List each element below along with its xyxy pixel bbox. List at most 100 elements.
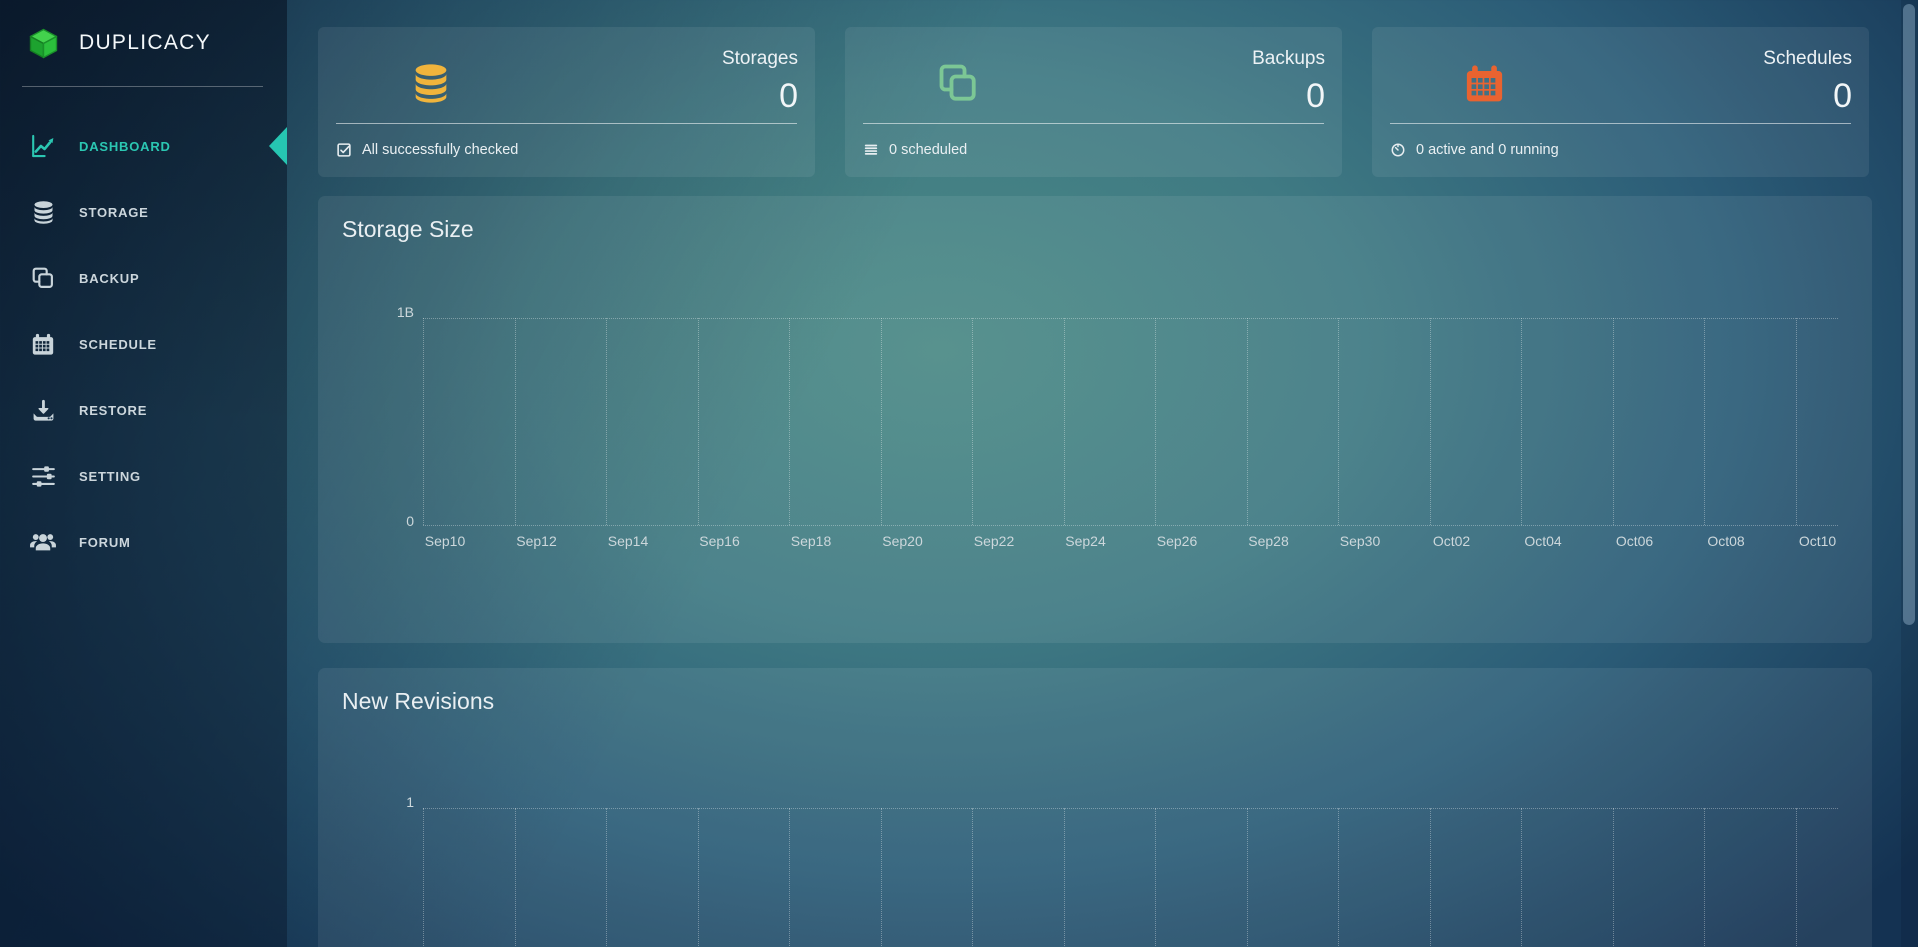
sidebar-item-label: STORAGE — [79, 204, 149, 220]
sidebar-item-label: SCHEDULE — [79, 336, 157, 352]
grid-line-vertical — [514, 318, 516, 525]
stat-label: Schedules — [1763, 48, 1852, 69]
new-revisions-panel: New Revisions 1 — [318, 668, 1872, 947]
grid-line-vertical — [1521, 808, 1522, 947]
sidebar-item-label: DASHBOARD — [79, 138, 171, 154]
x-tick-label: Oct10 — [1798, 533, 1837, 549]
database-icon — [28, 199, 58, 226]
x-tick-label: Sep20 — [882, 533, 923, 549]
sidebar-item-forum[interactable]: FORUM — [0, 509, 287, 575]
grid-line-vertical — [606, 318, 607, 525]
stat-footer-text: 0 active and 0 running — [1416, 142, 1559, 158]
grid-line-vertical — [1795, 808, 1797, 947]
x-tick-label: Sep28 — [1248, 533, 1289, 549]
grid-line-vertical — [697, 808, 699, 947]
y-tick-label: 0 — [406, 513, 414, 529]
grid-line-vertical — [1338, 808, 1339, 947]
grid-line-vertical — [1704, 318, 1705, 525]
sidebar-item-restore[interactable]: RESTORE — [0, 377, 287, 443]
divider — [22, 86, 263, 87]
panel-title: Storage Size — [342, 216, 474, 242]
grid-line-vertical — [514, 808, 516, 947]
grid-line-vertical — [1429, 318, 1431, 525]
grid-line-vertical — [1063, 318, 1065, 525]
stat-footer-text: All successfully checked — [362, 142, 519, 158]
grid-line-horizontal — [423, 525, 1838, 526]
sidebar: DUPLICACY DASHBOARD STORAGE BACKUP SCHED… — [0, 0, 287, 947]
storage-size-chart: 1B 0 Sep10 Sep12 Sep14 Sep16 Sep18 Sep20 Sep22… — [397, 304, 1838, 549]
grid-line-vertical — [972, 808, 973, 947]
stat-value: 0 — [1833, 77, 1852, 115]
backups-card: Backups 0 0 scheduled — [845, 27, 1342, 177]
active-item-arrow-icon — [269, 127, 287, 165]
storage-size-panel: Storage Size 1B 0 Sep10 Sep12 Sep14 Sep16 Se… — [318, 196, 1872, 643]
grid-line-vertical — [880, 808, 882, 947]
cube-logo-icon — [27, 27, 60, 60]
stat-caption: Storages 0 — [722, 49, 798, 116]
sidebar-item-dashboard[interactable]: DASHBOARD — [0, 113, 287, 179]
grid-line-vertical — [1338, 318, 1339, 525]
grid-line-vertical — [1155, 318, 1156, 525]
list-icon — [863, 142, 879, 158]
sidebar-item-schedule[interactable]: SCHEDULE — [0, 311, 287, 377]
chart-line-icon — [28, 132, 58, 160]
copy-icon — [935, 60, 981, 106]
x-tick-label: Sep24 — [1065, 533, 1106, 549]
checkbox-checked-icon — [336, 142, 352, 158]
download-tray-icon — [28, 397, 58, 424]
grid-line-vertical — [697, 318, 699, 525]
x-tick-label: Oct04 — [1524, 533, 1562, 549]
grid-line-vertical — [789, 318, 790, 525]
sidebar-item-label: FORUM — [79, 534, 131, 550]
copy-icon — [28, 265, 58, 291]
grid-line-vertical — [1795, 318, 1797, 525]
x-tick-label: Sep12 — [516, 533, 557, 549]
x-tick-label: Oct06 — [1615, 533, 1654, 549]
sidebar-item-backup[interactable]: BACKUP — [0, 245, 287, 311]
grid-line-vertical — [423, 318, 424, 525]
scrollbar-track[interactable] — [1901, 0, 1918, 947]
y-tick-label: 1B — [396, 304, 414, 320]
x-tick-label: Sep16 — [699, 533, 740, 549]
calendar-icon — [1462, 60, 1507, 106]
sidebar-item-setting[interactable]: SETTING — [0, 443, 287, 509]
grid-line-vertical — [1612, 808, 1614, 947]
grid-line-vertical — [606, 808, 607, 947]
grid-line-vertical — [1063, 808, 1065, 947]
x-tick-label: Sep26 — [1156, 533, 1198, 549]
grid-line-vertical — [1246, 808, 1248, 947]
stat-footer: 0 scheduled — [863, 123, 1324, 177]
sidebar-item-label: BACKUP — [79, 270, 140, 286]
grid-line-vertical — [972, 318, 973, 525]
stat-caption: Backups 0 — [1252, 48, 1325, 116]
grid-line-vertical — [1704, 808, 1705, 947]
database-icon — [408, 60, 454, 107]
users-icon — [28, 528, 58, 556]
grid-line-vertical — [1429, 808, 1431, 947]
schedules-card: Schedules 0 0 active and 0 running — [1372, 27, 1869, 177]
scrollbar-thumb[interactable] — [1903, 4, 1915, 625]
y-tick-label: 1 — [406, 794, 414, 810]
sliders-icon — [28, 463, 58, 490]
x-tick-label: Sep10 — [424, 533, 466, 549]
duplicacy-dashboard: DUPLICACY DASHBOARD STORAGE BACKUP SCHED… — [0, 0, 1918, 947]
grid-line-horizontal — [423, 808, 1838, 809]
grid-line-vertical — [1612, 318, 1614, 525]
stat-value: 0 — [779, 77, 798, 115]
grid-line-horizontal — [423, 318, 1838, 319]
brand[interactable]: DUPLICACY — [0, 0, 287, 86]
grid-line-vertical — [1246, 318, 1248, 525]
sidebar-item-storage[interactable]: STORAGE — [0, 179, 287, 245]
grid-line-vertical — [423, 808, 424, 947]
stat-value: 0 — [1306, 77, 1325, 115]
storages-card: Storages 0 All successfully checked — [318, 27, 815, 177]
stat-footer: All successfully checked — [336, 123, 797, 177]
sidebar-item-label: RESTORE — [79, 402, 148, 418]
calendar-icon — [28, 331, 58, 357]
x-tick-label: Oct02 — [1432, 533, 1471, 549]
stat-footer-text: 0 scheduled — [889, 142, 968, 158]
stat-label: Backups — [1252, 48, 1325, 69]
x-tick-label: Sep14 — [607, 533, 649, 549]
grid-line-vertical — [880, 318, 882, 525]
stat-footer: 0 active and 0 running — [1390, 123, 1851, 177]
